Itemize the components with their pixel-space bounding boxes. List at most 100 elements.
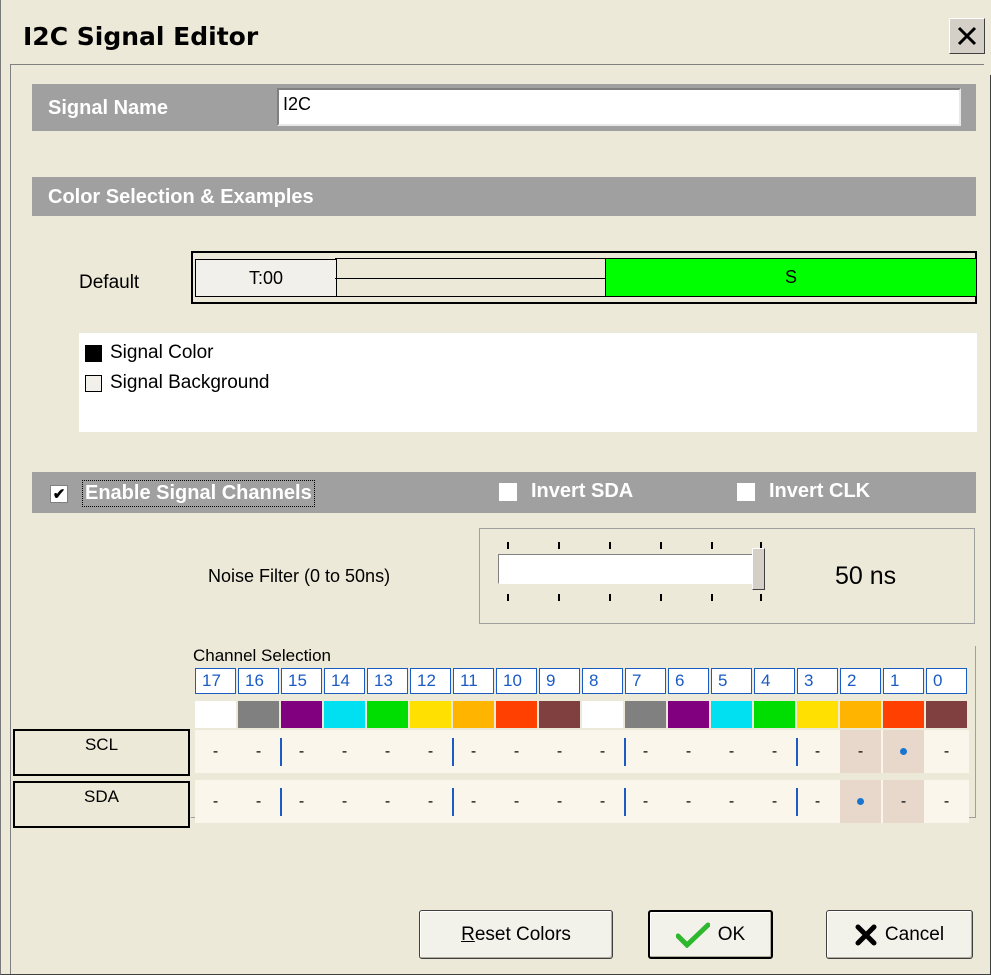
- group-divider: [624, 738, 626, 766]
- channel-number-11[interactable]: 11: [453, 668, 494, 694]
- signal-preview[interactable]: T:00 S: [191, 251, 977, 304]
- preview-row-label: Default: [79, 272, 140, 293]
- signal-color-swatch[interactable]: [85, 344, 102, 362]
- channel-cell[interactable]: -: [452, 780, 494, 823]
- channel-number-12[interactable]: 12: [410, 668, 451, 694]
- channel-color-swatch[interactable]: [797, 701, 838, 728]
- group-divider: [280, 738, 282, 766]
- channel-number-17[interactable]: 17: [195, 668, 236, 694]
- channel-cell[interactable]: -: [796, 780, 838, 823]
- channel-cell[interactable]: -: [367, 730, 408, 773]
- channel-number-7[interactable]: 7: [625, 668, 666, 694]
- channel-cell[interactable]: -: [582, 730, 623, 773]
- channel-cell[interactable]: -: [754, 730, 795, 773]
- channel-color-swatch[interactable]: [367, 701, 408, 728]
- channel-cell[interactable]: -: [496, 780, 537, 823]
- channel-cell[interactable]: [883, 730, 924, 773]
- channel-number-14[interactable]: 14: [324, 668, 365, 694]
- signal-background-swatch[interactable]: [85, 374, 102, 392]
- cancel-button[interactable]: Cancel: [826, 910, 973, 959]
- channel-color-swatch[interactable]: [926, 701, 967, 728]
- invert-clk-checkbox[interactable]: Invert CLK: [737, 480, 870, 503]
- channel-cell[interactable]: -: [883, 780, 924, 823]
- channel-cell[interactable]: -: [452, 730, 494, 773]
- signal-name-input[interactable]: I2C: [277, 88, 961, 126]
- channel-number-6[interactable]: 6: [668, 668, 709, 694]
- close-button[interactable]: [949, 18, 985, 54]
- channel-number-13[interactable]: 13: [367, 668, 408, 694]
- channel-color-swatch[interactable]: [582, 701, 623, 728]
- enable-signal-channels-checkbox[interactable]: ✔ Enable Signal Channels: [50, 480, 315, 507]
- channel-color-swatch[interactable]: [539, 701, 580, 728]
- channel-number-8[interactable]: 8: [582, 668, 623, 694]
- channel-cell[interactable]: -: [195, 730, 236, 773]
- legend-signal-color[interactable]: Signal Color: [85, 342, 214, 364]
- channel-cell[interactable]: -: [367, 780, 408, 823]
- channel-cell[interactable]: -: [754, 780, 795, 823]
- channel-number-10[interactable]: 10: [496, 668, 537, 694]
- channel-cell[interactable]: -: [280, 780, 322, 823]
- channel-cell[interactable]: -: [410, 730, 451, 773]
- channel-cell[interactable]: -: [668, 780, 709, 823]
- channel-number-5[interactable]: 5: [711, 668, 752, 694]
- signal-name-label: Signal Name: [48, 97, 169, 119]
- enable-signal-channels-checkmark-icon: ✔: [50, 484, 68, 503]
- channel-cell[interactable]: -: [582, 780, 623, 823]
- channel-cell[interactable]: -: [324, 780, 365, 823]
- channel-number-9[interactable]: 9: [539, 668, 580, 694]
- channel-color-swatch[interactable]: [625, 701, 666, 728]
- channel-cell[interactable]: -: [624, 730, 666, 773]
- channel-number-0[interactable]: 0: [926, 668, 967, 694]
- channel-color-swatch[interactable]: [238, 701, 279, 728]
- channel-number-3[interactable]: 3: [797, 668, 838, 694]
- noise-filter-slider-track[interactable]: [498, 554, 763, 584]
- channel-number-15[interactable]: 15: [281, 668, 322, 694]
- channel-number-4[interactable]: 4: [754, 668, 795, 694]
- channel-color-swatch[interactable]: [711, 701, 752, 728]
- channel-number-row: 17 16 15 14 13 12 11 10 9 8 7 6 5 4 3 2 1 0: [195, 668, 969, 694]
- channel-cell[interactable]: -: [238, 730, 279, 773]
- channel-cell[interactable]: -: [539, 780, 580, 823]
- channel-cell-value: -: [298, 742, 305, 760]
- reset-colors-button[interactable]: Reset Colors: [419, 910, 613, 959]
- channel-color-swatch[interactable]: [883, 701, 924, 728]
- channel-number-1[interactable]: 1: [883, 668, 924, 694]
- channel-cell[interactable]: -: [280, 730, 322, 773]
- channel-cell[interactable]: [840, 780, 881, 823]
- channel-color-swatch[interactable]: [453, 701, 494, 728]
- channel-cell-value: -: [427, 792, 434, 810]
- window-title: I2C Signal Editor: [23, 22, 259, 51]
- channel-color-swatch[interactable]: [324, 701, 365, 728]
- ok-button[interactable]: OK: [648, 910, 773, 959]
- channel-cell[interactable]: -: [324, 730, 365, 773]
- channel-cell[interactable]: -: [410, 780, 451, 823]
- channel-color-swatch[interactable]: [496, 701, 537, 728]
- channel-cell[interactable]: -: [926, 780, 967, 823]
- channel-color-swatch[interactable]: [840, 701, 881, 728]
- channel-color-swatch[interactable]: [281, 701, 322, 728]
- channel-cell[interactable]: -: [624, 780, 666, 823]
- channel-color-swatch[interactable]: [668, 701, 709, 728]
- channel-cell-value: -: [599, 742, 606, 760]
- channel-cell[interactable]: -: [840, 730, 881, 773]
- channel-cell[interactable]: -: [539, 730, 580, 773]
- noise-filter-slider-thumb[interactable]: [752, 548, 765, 590]
- group-divider: [624, 788, 626, 816]
- scl-channel-row: -----------------: [195, 730, 969, 773]
- legend-signal-background[interactable]: Signal Background: [85, 372, 270, 394]
- channel-cell[interactable]: -: [711, 730, 752, 773]
- channel-cell[interactable]: -: [668, 730, 709, 773]
- channel-cell[interactable]: -: [496, 730, 537, 773]
- channel-cell[interactable]: -: [238, 780, 279, 823]
- channel-cell[interactable]: -: [195, 780, 236, 823]
- channel-color-swatch[interactable]: [195, 701, 236, 728]
- channel-number-2[interactable]: 2: [840, 668, 881, 694]
- channel-color-swatch[interactable]: [754, 701, 795, 728]
- channel-cell[interactable]: -: [926, 730, 967, 773]
- channel-cell[interactable]: -: [796, 730, 838, 773]
- channel-color-swatch[interactable]: [410, 701, 451, 728]
- group-divider: [452, 738, 454, 766]
- channel-number-16[interactable]: 16: [238, 668, 279, 694]
- invert-sda-checkbox[interactable]: Invert SDA: [499, 480, 633, 503]
- channel-cell[interactable]: -: [711, 780, 752, 823]
